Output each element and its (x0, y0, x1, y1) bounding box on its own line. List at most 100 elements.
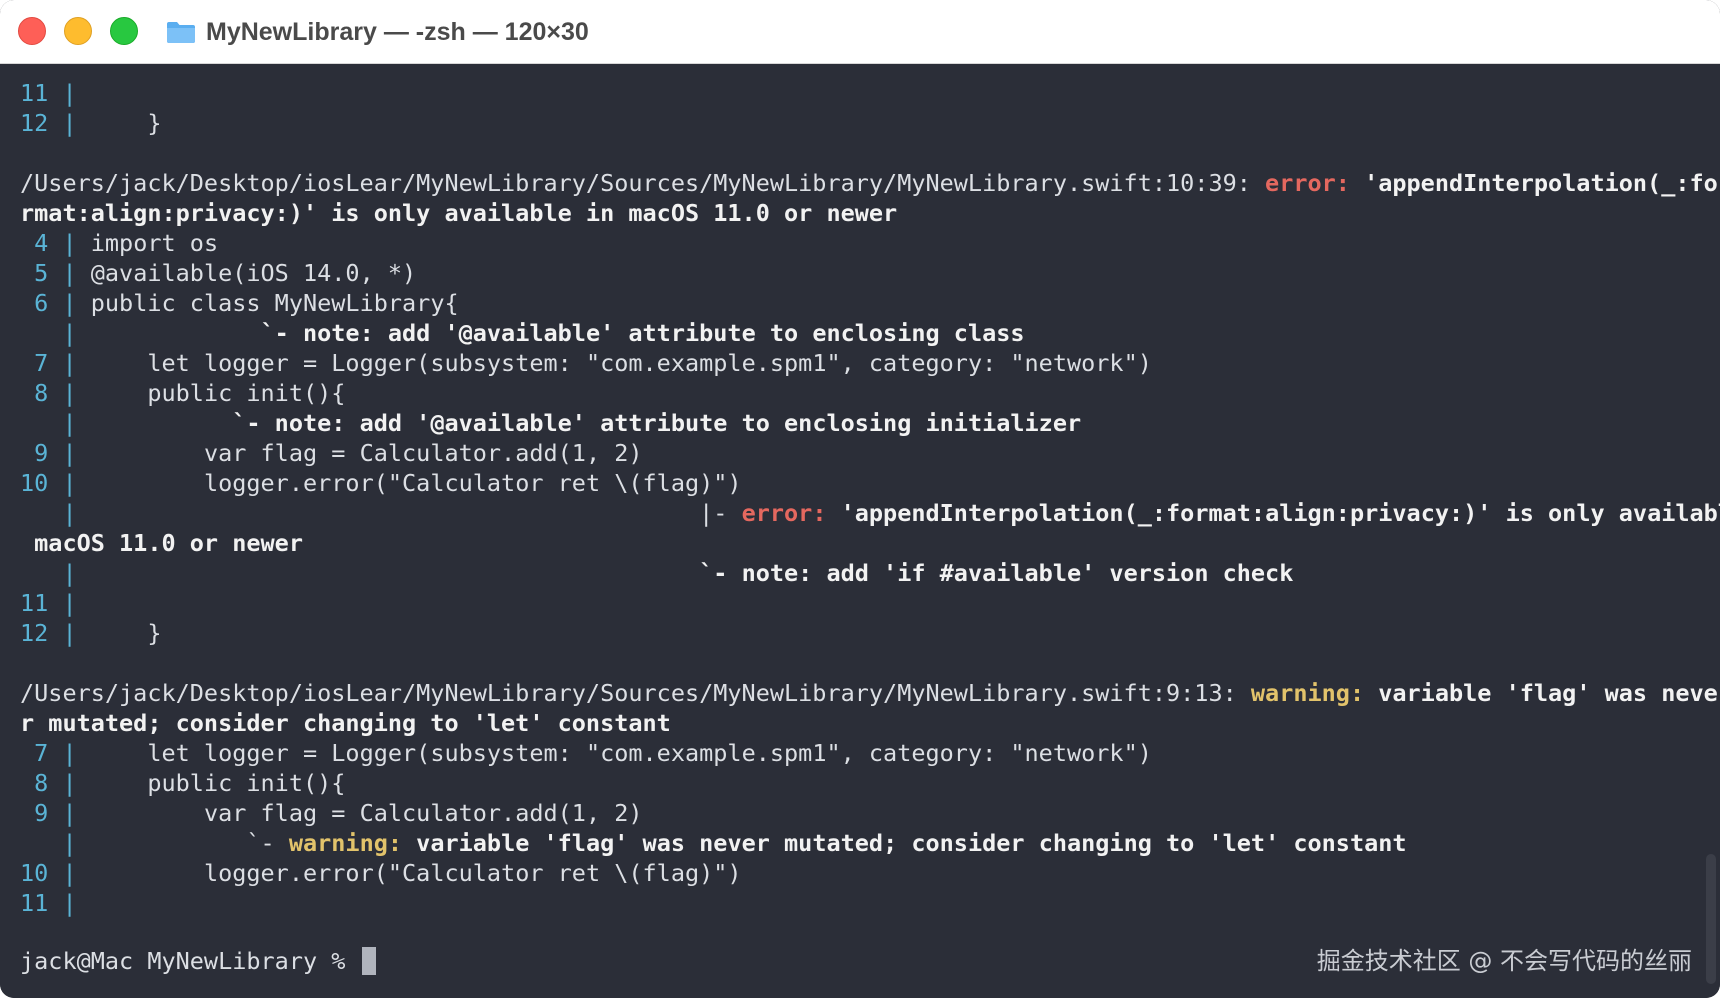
minimize-window-button[interactable] (64, 17, 92, 45)
terminal-line: 12 | } (20, 618, 1720, 648)
output-text: `- (76, 829, 289, 857)
terminal-line: | `- note: add '@available' attribute to… (20, 318, 1720, 348)
diagnostic-message: `- note: add '@available' attribute to e… (76, 319, 1025, 347)
terminal-line: 11 | (20, 78, 1720, 108)
gutter-separator: | (62, 79, 77, 107)
output-text: } (76, 619, 162, 647)
output-text: /Users/jack/Desktop/iosLear/MyNewLibrary… (20, 169, 1266, 197)
terminal-line: 9 | var flag = Calculator.add(1, 2) (20, 438, 1720, 468)
folder-icon (167, 22, 195, 43)
output-text: let logger = Logger(subsystem: "com.exam… (76, 349, 1152, 377)
terminal-line: macOS 11.0 or newer (20, 528, 1720, 558)
output-text: import os (76, 229, 219, 257)
gutter-separator: | (62, 409, 77, 437)
gutter-separator: | (62, 559, 77, 587)
line-number: 6 (20, 289, 63, 317)
line-number (20, 829, 62, 857)
scrollbar[interactable] (1706, 854, 1716, 984)
gutter-separator: | (62, 319, 77, 347)
diagnostic-message: 'appendInterpolation(_:format:align:priv… (826, 499, 1720, 527)
terminal-line: 9 | var flag = Calculator.add(1, 2) (20, 798, 1720, 828)
terminal-line: 10 | logger.error("Calculator ret \(flag… (20, 468, 1720, 498)
line-number: 10 (20, 469, 63, 497)
terminal-line: 8 | public init(){ (20, 768, 1720, 798)
terminal-line: 10 | logger.error("Calculator ret \(flag… (20, 858, 1720, 888)
terminal-line: 8 | public init(){ (20, 378, 1720, 408)
diagnostic-message: variable 'flag' was neve (1364, 679, 1718, 707)
output-text: var flag = Calculator.add(1, 2) (76, 799, 643, 827)
gutter-separator: | (62, 589, 77, 617)
gutter-separator: | (62, 349, 77, 377)
terminal-line: | `- note: add '@available' attribute to… (20, 408, 1720, 438)
window-title: MyNewLibrary — -zsh — 120×30 (206, 17, 589, 46)
line-number: 7 (20, 349, 63, 377)
diagnostic-message: r mutated; consider changing to 'let' co… (20, 709, 671, 737)
terminal-line: r mutated; consider changing to 'let' co… (20, 708, 1720, 738)
output-text: public init(){ (76, 379, 346, 407)
gutter-separator: | (62, 619, 77, 647)
watermark: 掘金技术社区 @ 不会写代码的丝丽 (1316, 947, 1692, 975)
terminal-line: 4 | import os (20, 228, 1720, 258)
terminal-line: 7 | let logger = Logger(subsystem: "com.… (20, 738, 1720, 768)
terminal-line: | |- error: 'appendInterpolation(_:forma… (20, 498, 1720, 528)
terminal-line: 7 | let logger = Logger(subsystem: "com.… (20, 348, 1720, 378)
title-bar: MyNewLibrary — -zsh — 120×30 (0, 0, 1720, 64)
terminal-line: 11 | (20, 888, 1720, 918)
line-number: 11 (20, 889, 63, 917)
window-title-group: MyNewLibrary — -zsh — 120×30 (166, 14, 589, 50)
terminal-line: 5 | @available(iOS 14.0, *) (20, 258, 1720, 288)
gutter-separator: | (62, 109, 77, 137)
gutter-separator: | (62, 289, 77, 317)
output-text: } (76, 109, 162, 137)
gutter-separator: | (62, 439, 77, 467)
line-number: 11 (20, 79, 63, 107)
close-window-button[interactable] (18, 17, 46, 45)
gutter-separator: | (62, 799, 77, 827)
output-text: let logger = Logger(subsystem: "com.exam… (76, 739, 1152, 767)
gutter-separator: | (62, 829, 77, 857)
diagnostic-message: `- note: add 'if #available' version che… (76, 559, 1294, 587)
terminal-line: 11 | (20, 588, 1720, 618)
line-number: 9 (20, 439, 63, 467)
line-number (20, 499, 62, 527)
diagnostic-message: variable 'flag' was never mutated; consi… (402, 829, 1407, 857)
line-number: 12 (20, 109, 63, 137)
shell-prompt: jack@Mac MyNewLibrary % (20, 947, 360, 975)
gutter-separator: | (62, 229, 77, 257)
output-text: logger.error("Calculator ret \(flag)") (76, 859, 742, 887)
gutter-separator: | (62, 499, 77, 527)
terminal-content[interactable]: 11 | 12 | } /Users/jack/Desktop/iosLear/M… (0, 64, 1720, 998)
warning-label: warning: (288, 829, 403, 857)
line-number: 8 (20, 379, 63, 407)
gutter-separator: | (62, 889, 77, 917)
output-text: var flag = Calculator.add(1, 2) (76, 439, 643, 467)
terminal-line: 6 | public class MyNewLibrary{ (20, 288, 1720, 318)
gutter-separator: | (62, 769, 77, 797)
terminal-line: rmat:align:privacy:)' is only available … (20, 198, 1720, 228)
zoom-window-button[interactable] (110, 17, 138, 45)
output-text: |- (76, 499, 742, 527)
line-number: 10 (20, 859, 63, 887)
terminal-output: 11 | 12 | } /Users/jack/Desktop/iosLear/M… (20, 78, 1720, 918)
error-label: error: (1265, 169, 1350, 197)
line-number: 7 (20, 739, 63, 767)
terminal-line: | `- warning: variable 'flag' was never … (20, 828, 1720, 858)
terminal-line: 12 | } (20, 108, 1720, 138)
terminal-prompt-line[interactable]: jack@Mac MyNewLibrary % (20, 946, 376, 976)
line-number: 8 (20, 769, 63, 797)
terminal-line: | `- note: add 'if #available' version c… (20, 558, 1720, 588)
output-text: logger.error("Calculator ret \(flag)") (76, 469, 742, 497)
gutter-separator: | (62, 739, 77, 767)
output-text: public init(){ (76, 769, 346, 797)
warning-label: warning: (1250, 679, 1365, 707)
diagnostic-message: macOS 11.0 or newer (20, 529, 303, 557)
line-number: 5 (20, 259, 63, 287)
terminal-line: /Users/jack/Desktop/iosLear/MyNewLibrary… (20, 168, 1720, 198)
output-text: @available(iOS 14.0, *) (76, 259, 417, 287)
line-number (20, 559, 62, 587)
diagnostic-message: `- note: add '@available' attribute to e… (76, 409, 1082, 437)
error-label: error: (741, 499, 827, 527)
diagnostic-message: rmat:align:privacy:)' is only available … (20, 199, 898, 227)
